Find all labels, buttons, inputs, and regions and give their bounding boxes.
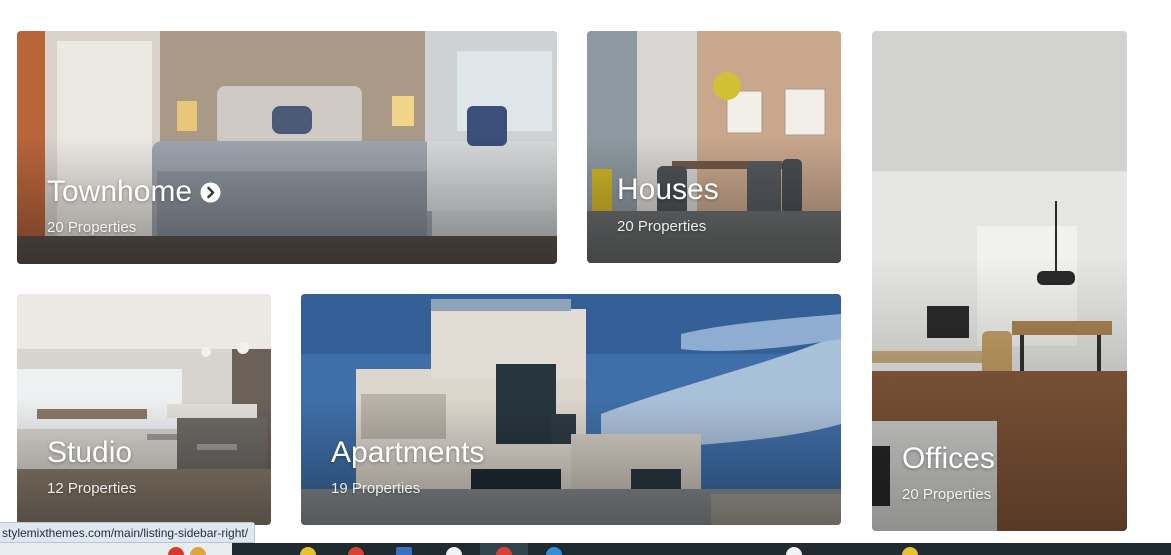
category-title-townhome[interactable]: Townhome <box>47 175 221 209</box>
category-title-houses[interactable]: Houses <box>617 173 719 207</box>
taskbar-app-icon[interactable] <box>546 547 562 555</box>
category-title-apartments[interactable]: Apartments <box>331 436 484 470</box>
taskbar-app-icon[interactable] <box>446 547 462 555</box>
category-title-offices[interactable]: Offices <box>902 442 995 476</box>
taskbar-app-icon[interactable] <box>786 547 802 555</box>
category-count-offices: 20 Properties <box>902 486 992 503</box>
taskbar-app-icon[interactable] <box>300 547 316 555</box>
category-card-offices[interactable]: Offices 20 Properties <box>872 31 1127 531</box>
category-card-townhome[interactable]: Townhome 20 Properties <box>17 31 557 264</box>
status-bar-url: stylemixthemes.com/main/listing-sidebar-… <box>0 522 256 543</box>
category-card-apartments[interactable]: Apartments 19 Properties <box>301 294 841 525</box>
category-count-studio: 12 Properties <box>47 480 137 497</box>
taskbar-app-icon[interactable] <box>902 547 918 555</box>
category-count-houses: 20 Properties <box>617 218 707 235</box>
category-count-apartments: 19 Properties <box>331 480 421 497</box>
category-count-townhome: 20 Properties <box>47 219 137 236</box>
taskbar-app-icon[interactable] <box>348 547 364 555</box>
category-card-houses[interactable]: Houses 20 Properties <box>587 31 841 263</box>
category-title-studio[interactable]: Studio <box>47 436 132 470</box>
chevron-right-circle-icon[interactable] <box>200 182 221 203</box>
category-title-text[interactable]: Townhome <box>47 175 192 209</box>
os-taskbar[interactable] <box>0 543 1171 555</box>
taskbar-app-icon[interactable] <box>396 547 412 555</box>
page: Townhome 20 Properties Houses 20 Propert… <box>0 0 1171 555</box>
category-card-studio[interactable]: Studio 12 Properties <box>17 294 271 525</box>
